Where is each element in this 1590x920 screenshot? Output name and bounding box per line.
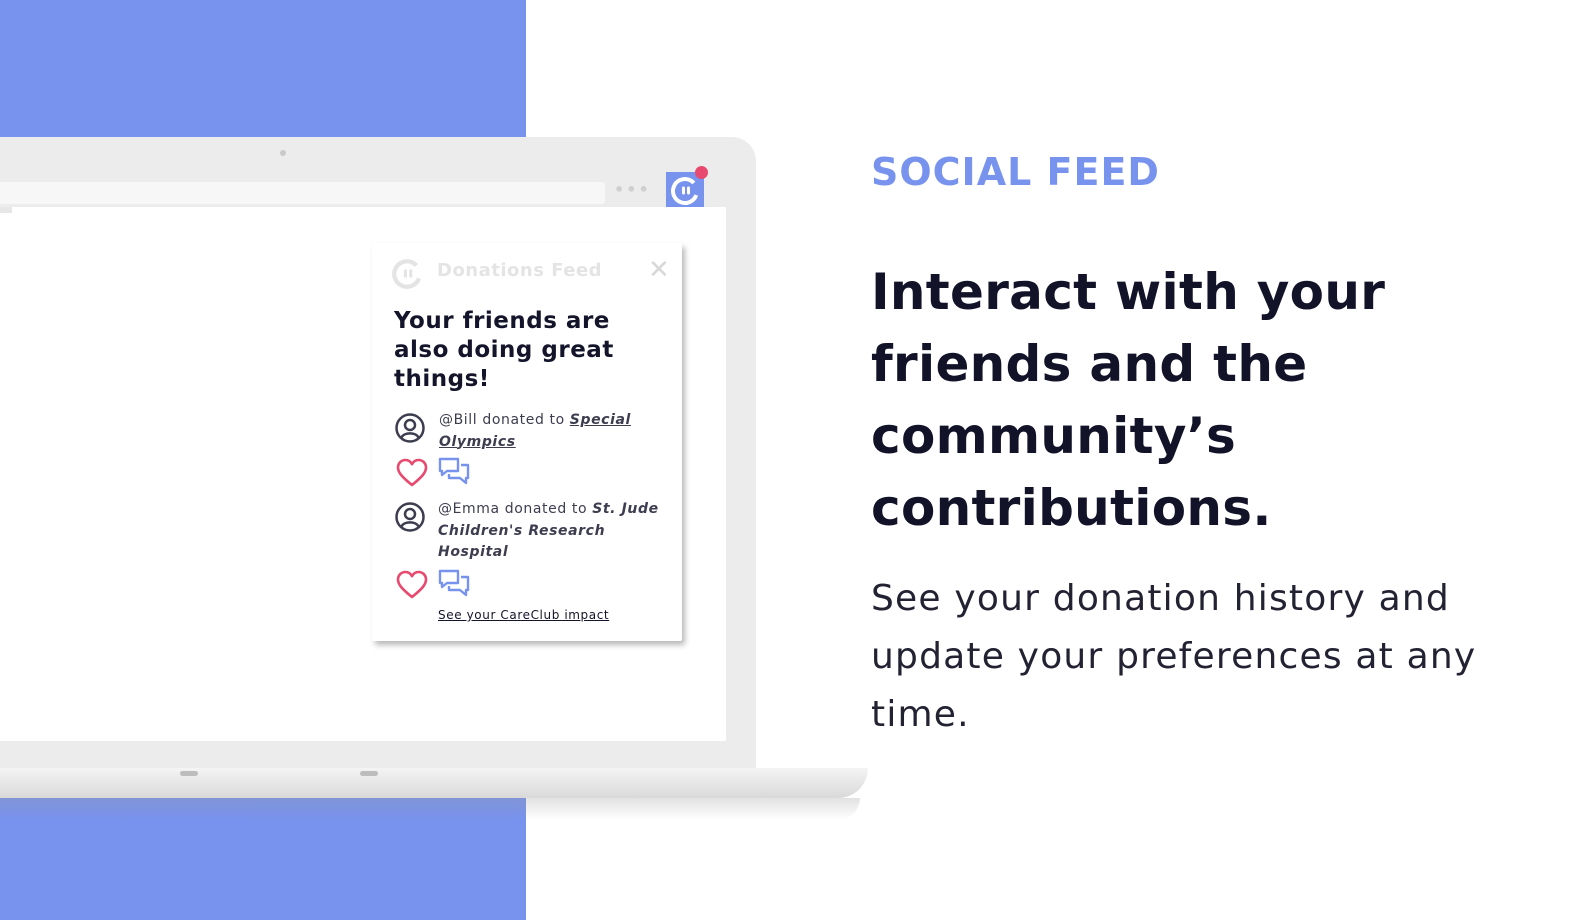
popup-header: Donations Feed ✕ [390, 255, 670, 289]
feed-user[interactable]: @Emma [438, 501, 500, 517]
feed-item: @Bill donated to Special Olympics [394, 410, 664, 454]
user-avatar-icon [395, 502, 425, 532]
popup-title: Donations Feed [437, 260, 603, 281]
feed-action: donated to [477, 412, 570, 428]
feed-item-text: @Emma donated to St. Jude Children's Res… [438, 499, 663, 564]
browser-address-bar[interactable] [0, 182, 605, 204]
laptop-shadow [0, 798, 860, 820]
heart-icon[interactable] [396, 458, 428, 488]
notification-dot [695, 166, 708, 179]
section-headline: Interact with your friends and the commu… [871, 263, 1386, 537]
laptop-hinge [360, 771, 378, 776]
laptop-base [0, 768, 868, 798]
section-subcopy: See your donation history and update you… [871, 578, 1477, 735]
careclub-logo-icon [392, 259, 422, 289]
careclub-logo-icon [671, 177, 699, 205]
laptop-camera [280, 150, 286, 156]
user-avatar-icon [395, 413, 425, 443]
comment-icon[interactable] [438, 456, 470, 488]
comment-icon[interactable] [438, 568, 470, 600]
browser-menu-dots-icon[interactable]: ••• [614, 180, 651, 199]
feed-action: donated to [499, 501, 593, 517]
popup-headline: Your friends are also doing great things… [394, 308, 614, 392]
heart-icon[interactable] [396, 570, 428, 600]
section-eyebrow: SOCIAL FEED [871, 150, 1160, 194]
laptop-hinge [180, 771, 198, 776]
careclub-impact-link[interactable]: See your CareClub impact [438, 608, 609, 622]
screen-edge [0, 207, 12, 213]
feed-item-text: @Bill donated to Special Olympics [439, 410, 664, 453]
close-icon[interactable]: ✕ [648, 255, 670, 285]
donations-feed-popup: Donations Feed ✕ Your friends are also d… [372, 243, 682, 641]
feed-item: @Emma donated to St. Jude Children's Res… [394, 499, 664, 565]
feed-user[interactable]: @Bill [439, 412, 477, 428]
